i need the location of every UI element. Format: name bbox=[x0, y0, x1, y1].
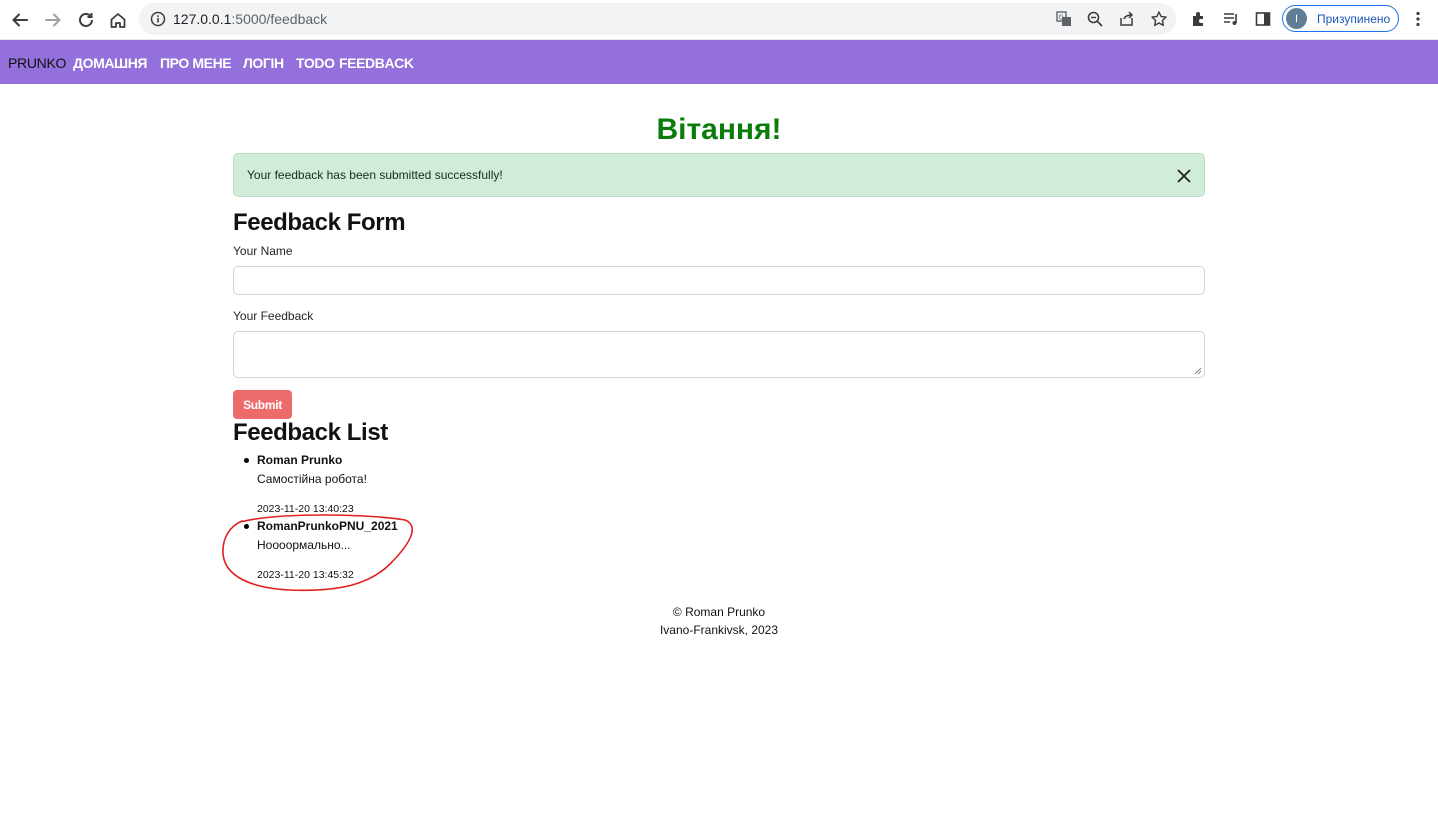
media-control-icon[interactable] bbox=[1220, 8, 1242, 30]
home-icon[interactable] bbox=[106, 8, 130, 32]
side-panel-icon[interactable] bbox=[1252, 8, 1274, 30]
nav-link-todo[interactable]: TODO bbox=[296, 55, 335, 71]
site-info-icon[interactable] bbox=[149, 10, 167, 28]
url-path: :5000/feedback bbox=[231, 11, 328, 27]
name-input[interactable] bbox=[233, 266, 1205, 295]
feedback-label: Your Feedback bbox=[233, 309, 314, 323]
submit-button[interactable]: Submit bbox=[233, 390, 292, 419]
nav-link-login[interactable]: ЛОГІН bbox=[243, 55, 284, 71]
reload-icon[interactable] bbox=[74, 8, 98, 32]
nav-link-home[interactable]: ДОМАШНЯ bbox=[73, 55, 147, 71]
bookmark-star-icon[interactable] bbox=[1149, 9, 1169, 29]
address-bar[interactable]: 127.0.0.1:5000/feedback G bbox=[139, 3, 1176, 35]
site-navbar: PRUNKO ДОМАШНЯ ПРО МЕНЕ ЛОГІН TODO FEEDB… bbox=[0, 40, 1438, 84]
share-icon[interactable] bbox=[1117, 9, 1137, 29]
list-title: Feedback List bbox=[233, 419, 388, 446]
profile-status-label: Призупинено bbox=[1317, 11, 1391, 26]
feedback-text: Самостійна робота! bbox=[257, 472, 367, 486]
back-arrow-icon[interactable] bbox=[8, 8, 32, 32]
alert-message: Your feedback has been submitted success… bbox=[247, 168, 503, 182]
form-title: Feedback Form bbox=[233, 209, 406, 236]
url-text: 127.0.0.1:5000/feedback bbox=[173, 11, 327, 27]
bullet bbox=[244, 458, 249, 463]
nav-link-about[interactable]: ПРО МЕНЕ bbox=[160, 55, 232, 71]
footer-location: Ivano-Frankivsk, 2023 bbox=[659, 623, 779, 637]
close-icon[interactable] bbox=[1174, 166, 1194, 186]
translate-icon[interactable]: G bbox=[1054, 9, 1074, 29]
brand-link[interactable]: PRUNKO bbox=[8, 55, 66, 71]
list-item: Roman Prunko Самостійна робота! 2023-11-… bbox=[244, 453, 367, 515]
extensions-icon[interactable] bbox=[1188, 8, 1210, 30]
browser-toolbar: 127.0.0.1:5000/feedback G I Призупинено bbox=[0, 0, 1438, 40]
resize-handle-icon[interactable] bbox=[1194, 367, 1202, 375]
url-host: 127.0.0.1 bbox=[173, 11, 232, 27]
svg-text:G: G bbox=[1059, 14, 1064, 22]
avatar: I bbox=[1286, 8, 1307, 29]
nav-link-feedback[interactable]: FEEDBACK bbox=[339, 55, 414, 71]
kebab-menu-icon[interactable] bbox=[1407, 8, 1429, 30]
annotation-circle bbox=[222, 514, 414, 592]
feedback-author: Roman Prunko bbox=[257, 453, 343, 467]
zoom-icon[interactable] bbox=[1085, 9, 1105, 29]
profile-button[interactable]: I Призупинено bbox=[1282, 5, 1399, 32]
success-alert: Your feedback has been submitted success… bbox=[233, 153, 1205, 197]
feedback-textarea[interactable] bbox=[233, 331, 1205, 378]
footer-copyright: © Roman Prunko bbox=[672, 605, 766, 619]
name-label: Your Name bbox=[233, 244, 293, 258]
page-heading: Вітання! bbox=[656, 113, 782, 146]
forward-arrow-icon[interactable] bbox=[41, 8, 65, 32]
